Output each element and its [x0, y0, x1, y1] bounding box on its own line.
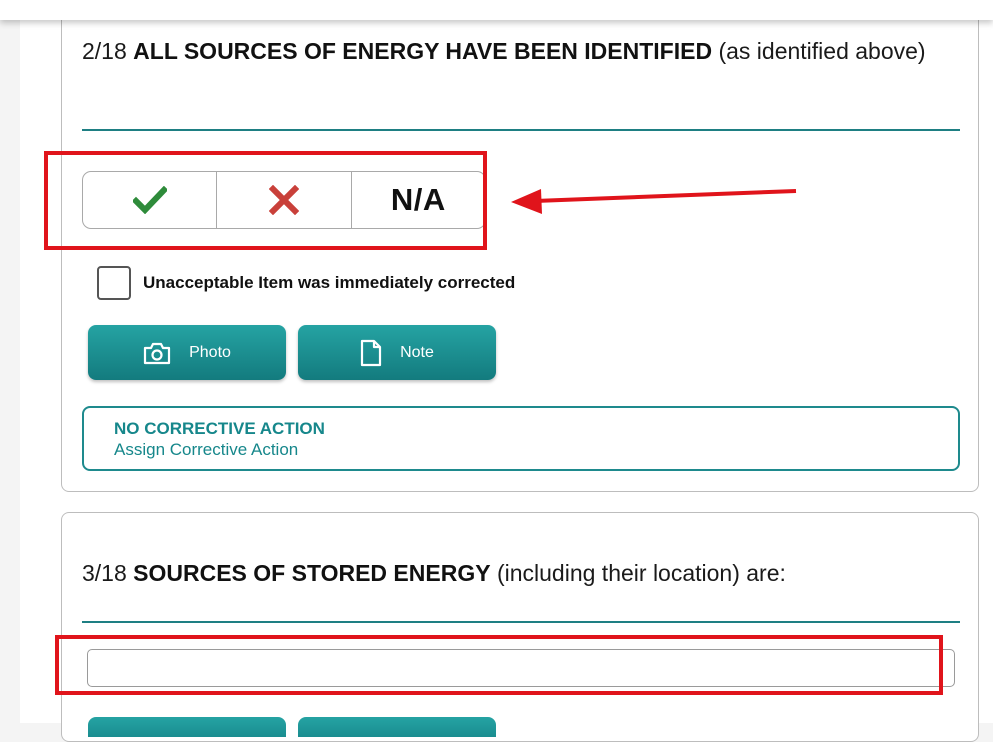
question-number: 2/18 — [82, 38, 127, 64]
assign-corrective-action-link[interactable]: Assign Corrective Action — [114, 439, 928, 460]
note-button[interactable] — [298, 717, 496, 737]
question-title-bold: SOURCES OF STORED ENERGY — [133, 560, 491, 586]
photo-button[interactable]: Photo — [88, 325, 286, 380]
top-bar — [0, 0, 993, 20]
corrective-action-status: NO CORRECTIVE ACTION — [114, 419, 325, 438]
document-icon — [360, 339, 382, 366]
photo-button[interactable] — [88, 717, 286, 737]
corrected-checkbox-row: Unacceptable Item was immediately correc… — [97, 266, 515, 300]
divider — [82, 621, 960, 623]
question-title-rest: (as identified above) — [718, 38, 926, 64]
page: 2/18 ALL SOURCES OF ENERGY HAVE BEEN IDE… — [20, 0, 993, 742]
highlight-box-input — [55, 635, 943, 695]
question-number: 3/18 — [82, 560, 127, 586]
note-label: Note — [400, 343, 434, 361]
question-card-3: 3/18 SOURCES OF STORED ENERGY (including… — [61, 512, 979, 742]
corrective-action-box: NO CORRECTIVE ACTION Assign Corrective A… — [82, 406, 960, 471]
question-title: 2/18 ALL SOURCES OF ENERGY HAVE BEEN IDE… — [82, 37, 942, 65]
question-title-rest: (including their location) are: — [496, 560, 786, 586]
photo-label: Photo — [189, 343, 231, 361]
annotation-arrow-icon — [511, 189, 797, 214]
highlight-box-answer — [44, 151, 487, 250]
question-title: 3/18 SOURCES OF STORED ENERGY (including… — [82, 559, 942, 587]
note-button[interactable]: Note — [298, 325, 496, 380]
corrected-checkbox-label: Unacceptable Item was immediately correc… — [143, 273, 516, 292]
corrected-checkbox[interactable] — [97, 266, 131, 300]
camera-icon — [143, 342, 171, 364]
divider — [82, 129, 960, 131]
question-title-bold: ALL SOURCES OF ENERGY HAVE BEEN IDENTIFI… — [133, 38, 713, 64]
